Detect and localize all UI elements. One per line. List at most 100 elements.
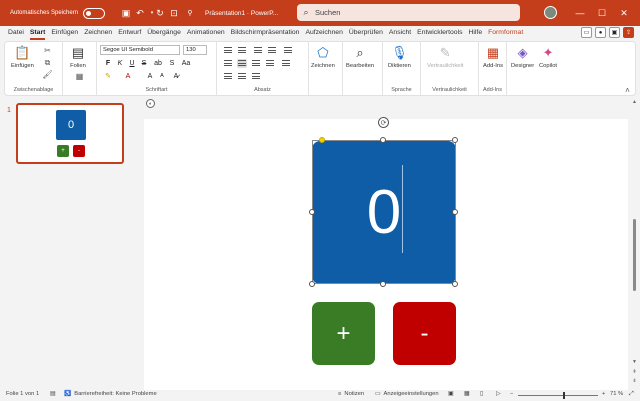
tab-hilfe[interactable]: Hilfe bbox=[466, 26, 486, 40]
paste-button[interactable]: 📋 Einfügen bbox=[11, 45, 34, 69]
resize-handle-bottom-left[interactable] bbox=[309, 281, 315, 287]
character-spacing-icon[interactable]: ab bbox=[153, 58, 163, 68]
resize-handle-left[interactable] bbox=[309, 209, 315, 215]
reading-view-icon[interactable]: ▯ bbox=[480, 391, 483, 397]
scrollbar-thumb[interactable] bbox=[633, 219, 636, 291]
text-direction-icon[interactable] bbox=[223, 72, 233, 81]
copy-icon[interactable]: ⧉ bbox=[43, 58, 52, 67]
increase-indent-icon[interactable] bbox=[267, 46, 277, 55]
vertical-scrollbar[interactable]: ▲ ▼ ⇞ ⇟ bbox=[629, 97, 640, 390]
tab-entwurf[interactable]: Entwurf bbox=[115, 26, 144, 40]
addins-button[interactable]: ▦ Add-Ins bbox=[483, 45, 503, 69]
shrink-font-button[interactable]: A bbox=[157, 71, 167, 81]
plus-button[interactable]: + bbox=[312, 302, 375, 365]
normal-view-icon[interactable]: ▣ bbox=[448, 391, 453, 397]
comments-icon[interactable]: ▭ bbox=[581, 27, 592, 38]
search-box[interactable]: ⌕ Suchen bbox=[297, 4, 520, 21]
present-icon[interactable]: ⊡ bbox=[168, 0, 180, 26]
italic-button[interactable]: K bbox=[115, 58, 125, 68]
resize-handle-bottom[interactable] bbox=[380, 281, 386, 287]
tab-bildschirmpraesentation[interactable]: Bildschirmpräsentation bbox=[228, 26, 303, 40]
tab-formformat[interactable]: Formformat bbox=[485, 26, 526, 40]
font-color-button[interactable]: A bbox=[123, 71, 133, 81]
maximize-icon[interactable]: ☐ bbox=[592, 0, 612, 26]
autosave-toggle[interactable] bbox=[83, 7, 106, 19]
fit-slide-icon[interactable]: ⤢ bbox=[629, 391, 634, 398]
adjust-handle[interactable] bbox=[319, 137, 325, 143]
share-icon[interactable]: ⇪ bbox=[623, 27, 634, 38]
zoom-slider-track[interactable] bbox=[518, 395, 598, 396]
zoom-out-icon[interactable]: − bbox=[510, 391, 513, 397]
font-name-field[interactable]: Segoe UI Semibold bbox=[100, 45, 180, 55]
customize-toolbar-icon[interactable]: ⚲ bbox=[184, 0, 196, 26]
strikethrough-button[interactable]: S bbox=[139, 58, 149, 68]
scroll-up-icon[interactable]: ▲ bbox=[631, 99, 638, 105]
accessibility-toolbar-icon[interactable]: ◐ bbox=[146, 99, 155, 108]
collapse-ribbon-icon[interactable]: ˄ bbox=[623, 86, 632, 95]
accessibility-status[interactable]: ♿ Barrierefreiheit: Keine Probleme bbox=[64, 391, 157, 397]
slides-button[interactable]: ▤ Folien bbox=[69, 45, 87, 69]
notes-button[interactable]: ≡ Notizen bbox=[338, 391, 364, 397]
tab-einfuegen[interactable]: Einfügen bbox=[48, 26, 81, 40]
tab-entwicklertools[interactable]: Entwicklertools bbox=[414, 26, 465, 40]
display-settings-button[interactable]: ▭ Anzeigeeinstellungen bbox=[375, 391, 439, 397]
align-text-icon[interactable] bbox=[237, 72, 247, 81]
language-icon[interactable]: ▤ bbox=[50, 391, 55, 397]
zoom-level[interactable]: 71 % bbox=[610, 391, 623, 397]
decrease-indent-icon[interactable] bbox=[253, 46, 263, 55]
tab-ansicht[interactable]: Ansicht bbox=[386, 26, 414, 40]
smartart-icon[interactable] bbox=[251, 72, 261, 81]
grow-font-button[interactable]: A bbox=[145, 71, 155, 81]
resize-handle-top-right[interactable] bbox=[452, 137, 458, 143]
designer-button[interactable]: ◈ Designer bbox=[511, 45, 534, 69]
underline-button[interactable]: U bbox=[127, 58, 137, 68]
align-left-icon[interactable] bbox=[223, 59, 233, 68]
record-icon[interactable]: ● bbox=[595, 27, 606, 38]
tab-aufzeichnen[interactable]: Aufzeichnen bbox=[302, 26, 345, 40]
zoom-slider-knob[interactable] bbox=[563, 392, 565, 399]
minimize-icon[interactable]: — bbox=[570, 0, 590, 26]
format-painter-icon[interactable]: 🖌 bbox=[42, 70, 52, 79]
redo-icon[interactable]: ↻ bbox=[154, 0, 166, 26]
save-icon[interactable]: ▣ bbox=[120, 0, 132, 26]
present-mode-icon[interactable]: ▣ bbox=[609, 27, 620, 38]
highlight-icon[interactable]: ✎ bbox=[103, 71, 113, 81]
line-spacing-icon[interactable] bbox=[283, 46, 293, 55]
tab-start[interactable]: Start bbox=[27, 26, 49, 40]
avatar[interactable] bbox=[544, 6, 557, 19]
resize-handle-top[interactable] bbox=[380, 137, 386, 143]
slideshow-view-icon[interactable]: ▷ bbox=[496, 391, 500, 397]
previous-slide-icon[interactable]: ⇞ bbox=[631, 369, 638, 375]
tab-animationen[interactable]: Animationen bbox=[184, 26, 228, 40]
bold-button[interactable]: F bbox=[103, 58, 113, 68]
undo-icon[interactable]: ↶ bbox=[134, 0, 146, 26]
slide-thumbnail[interactable]: 0 + - bbox=[16, 103, 124, 164]
resize-handle-bottom-right[interactable] bbox=[452, 281, 458, 287]
zoom-in-icon[interactable]: + bbox=[602, 391, 605, 397]
tab-datei[interactable]: Datei bbox=[5, 26, 27, 40]
copilot-button[interactable]: ✦ Copilot bbox=[539, 45, 557, 69]
layout-icon[interactable]: ▦ bbox=[75, 72, 84, 81]
align-center-icon[interactable] bbox=[237, 59, 247, 68]
next-slide-icon[interactable]: ⇟ bbox=[631, 378, 638, 384]
tab-uebergaenge[interactable]: Übergänge bbox=[144, 26, 184, 40]
bullets-icon[interactable] bbox=[223, 46, 233, 55]
counter-box[interactable]: 0 bbox=[312, 141, 456, 284]
columns-icon[interactable] bbox=[281, 59, 291, 68]
scroll-down-icon[interactable]: ▼ bbox=[631, 359, 638, 365]
confidentiality-button[interactable]: ✎ Vertraulichkeit bbox=[427, 45, 463, 69]
change-case-icon[interactable]: Aa bbox=[181, 58, 191, 68]
font-size-field[interactable]: 130 bbox=[183, 45, 207, 55]
numbering-icon[interactable] bbox=[237, 46, 247, 55]
drawing-button[interactable]: ⬠ Zeichnen bbox=[311, 45, 335, 69]
rotate-handle-icon[interactable]: ⟳ bbox=[378, 117, 389, 128]
align-right-icon[interactable] bbox=[251, 59, 261, 68]
shadow-icon[interactable]: S bbox=[167, 58, 177, 68]
slide-sorter-icon[interactable]: ▦ bbox=[464, 391, 469, 397]
cut-icon[interactable]: ✂ bbox=[43, 46, 52, 55]
close-icon[interactable]: ✕ bbox=[614, 0, 634, 26]
clear-formatting-icon[interactable]: A̷ bbox=[171, 71, 181, 81]
minus-button[interactable]: - bbox=[393, 302, 456, 365]
editing-button[interactable]: ⌕ Bearbeiten bbox=[346, 45, 374, 69]
tab-zeichnen[interactable]: Zeichnen bbox=[81, 26, 115, 40]
